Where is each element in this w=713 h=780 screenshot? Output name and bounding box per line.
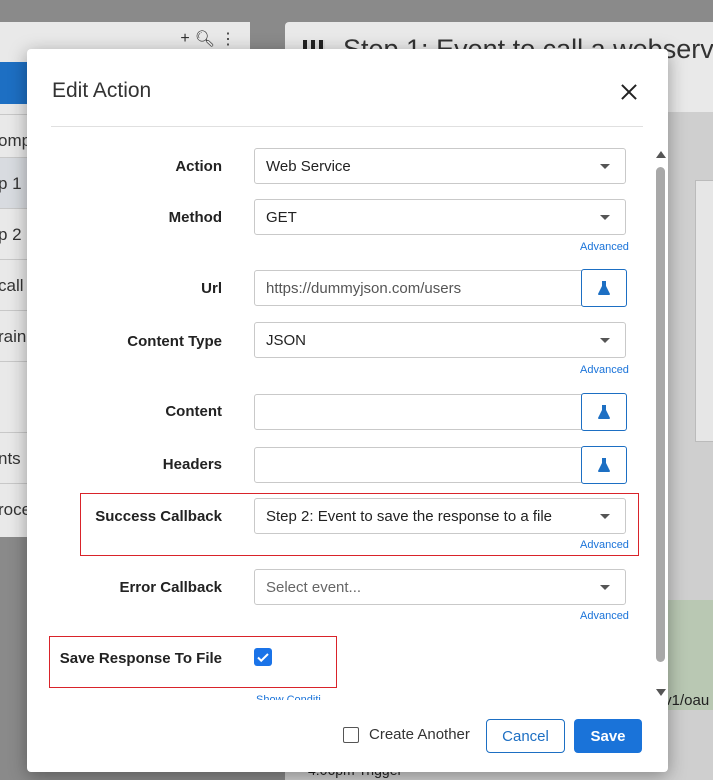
chevron-down-icon (600, 514, 610, 519)
content-type-advanced-link[interactable]: Advanced (580, 364, 629, 376)
action-select-value: Web Service (266, 157, 351, 175)
flask-icon (598, 281, 610, 295)
chevron-down-icon (600, 585, 610, 590)
headers-test-button[interactable] (581, 446, 627, 484)
modal-scrollbar[interactable] (655, 151, 667, 696)
success-callback-select[interactable]: Step 2: Event to save the response to a … (254, 498, 626, 534)
chevron-down-icon (600, 215, 610, 220)
create-another-label[interactable]: Create Another (369, 726, 470, 743)
error-callback-select[interactable]: Select event... (254, 569, 626, 605)
method-select[interactable]: GET (254, 199, 626, 235)
save-response-label: Save Response To File (59, 650, 222, 667)
edit-action-modal: Edit Action Action Web Service Method GE… (27, 49, 668, 772)
modal-title: Edit Action (52, 79, 152, 102)
add-icon: + (180, 30, 190, 47)
method-select-value: GET (266, 208, 297, 226)
action-select[interactable]: Web Service (254, 148, 626, 184)
background-card (695, 180, 713, 442)
content-type-label: Content Type (127, 333, 222, 350)
method-label: Method (168, 209, 222, 226)
method-advanced-link[interactable]: Advanced (580, 241, 629, 253)
more-icon: ⋮ (220, 31, 236, 48)
create-another-checkbox[interactable] (343, 727, 359, 743)
error-callback-advanced-link[interactable]: Advanced (580, 610, 629, 622)
save-button[interactable]: Save (574, 719, 642, 753)
content-test-button[interactable] (581, 393, 627, 431)
headers-label: Headers (162, 456, 222, 473)
action-label: Action (175, 158, 222, 175)
show-conditions-link[interactable]: Show Conditi... (256, 694, 330, 700)
scrollbar-thumb[interactable] (656, 167, 665, 662)
flask-icon (598, 405, 610, 419)
content-input[interactable] (254, 394, 582, 430)
save-response-checkbox[interactable] (254, 648, 272, 666)
close-icon[interactable] (619, 82, 639, 102)
scroll-down-icon[interactable] (656, 689, 666, 696)
error-callback-placeholder: Select event... (266, 578, 362, 596)
content-type-select-value: JSON (266, 331, 307, 349)
checkmark-icon (257, 653, 269, 663)
modal-body: Action Web Service Method GET Advanced U… (27, 128, 668, 700)
content-label: Content (165, 403, 222, 420)
content-type-select[interactable]: JSON (254, 322, 626, 358)
scroll-up-icon[interactable] (656, 151, 666, 158)
header-divider (51, 126, 643, 127)
success-callback-value: Step 2: Event to save the response to a … (266, 507, 553, 525)
chevron-down-icon (600, 164, 610, 169)
flask-icon (598, 458, 610, 472)
url-test-button[interactable] (581, 269, 627, 307)
search-icon: 🔍︎ (194, 31, 215, 48)
success-callback-advanced-link[interactable]: Advanced (580, 539, 629, 551)
headers-input[interactable] (254, 447, 582, 483)
cancel-button[interactable]: Cancel (486, 719, 565, 753)
chevron-down-icon (600, 338, 610, 343)
url-input[interactable]: https://dummyjson.com/users (254, 270, 582, 306)
url-label: Url (201, 280, 222, 297)
error-callback-label: Error Callback (119, 579, 222, 596)
success-callback-label: Success Callback (95, 508, 222, 525)
